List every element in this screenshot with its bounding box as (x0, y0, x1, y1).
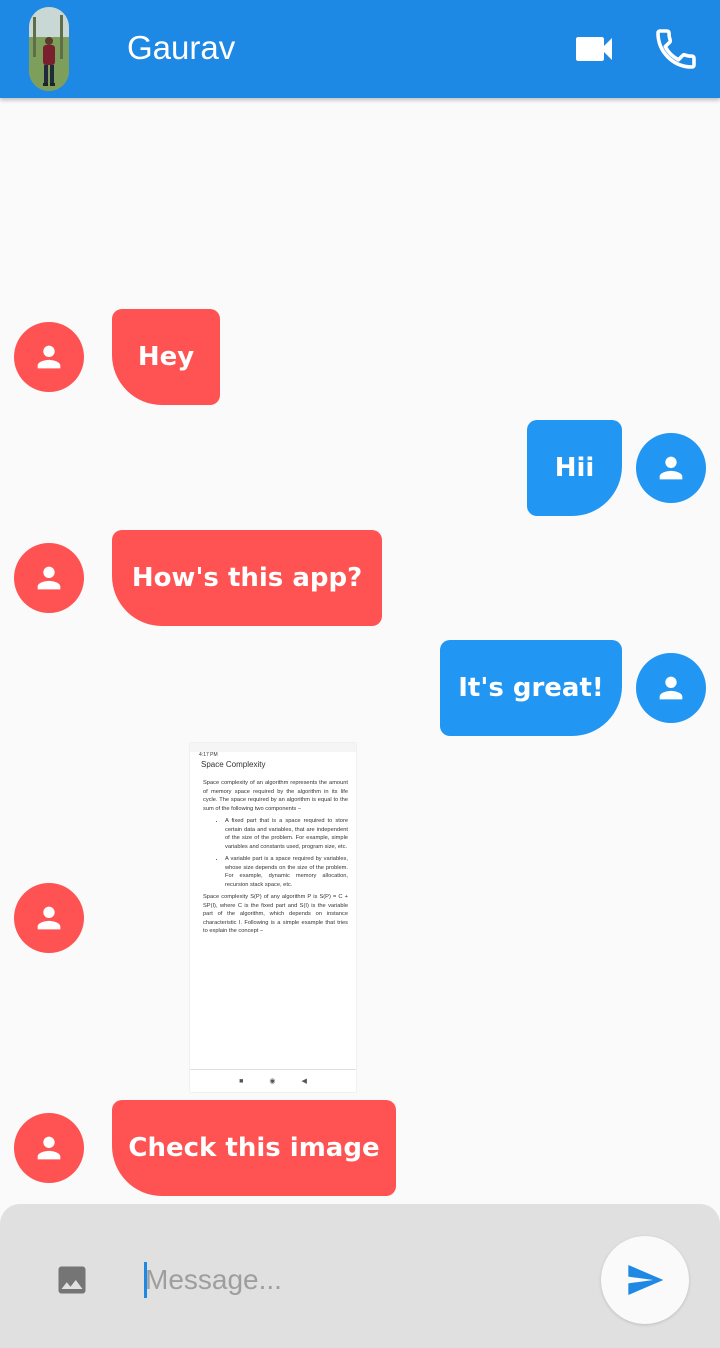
app-bar: Gaurav (0, 0, 720, 98)
image-bullet: A fixed part that is a space required to… (225, 817, 348, 851)
image-paragraph: Space complexity S(P) of any algorithm P… (203, 894, 348, 934)
send-icon (628, 1265, 664, 1295)
sender-avatar (14, 322, 84, 392)
my-avatar (636, 653, 706, 723)
message-text: Hey (137, 342, 195, 372)
sender-avatar (14, 543, 84, 613)
image-bullet: A variable part is a space required by v… (225, 855, 348, 889)
person-icon (659, 676, 683, 700)
message-bubble[interactable]: How's this app? (112, 530, 382, 626)
message-bubble[interactable]: Check this image (112, 1100, 396, 1196)
message-bubble[interactable]: Hii (527, 420, 622, 516)
phone-icon[interactable] (652, 25, 700, 73)
back-icon: ◀ (301, 1078, 307, 1085)
contact-avatar[interactable] (29, 7, 69, 91)
contact-name: Gaurav (127, 29, 236, 66)
chat-area[interactable]: Hey Hii How's this app? It's great! 4:17… (0, 98, 720, 1204)
square-icon: ■ (239, 1077, 244, 1085)
person-icon (659, 456, 683, 480)
videocam-icon[interactable] (570, 25, 618, 73)
message-text: It's great! (458, 673, 604, 703)
text-cursor (144, 1262, 147, 1298)
image-icon[interactable] (54, 1262, 90, 1298)
send-button[interactable] (601, 1236, 689, 1324)
message-input[interactable] (143, 1258, 565, 1302)
circle-icon: ◉ (269, 1078, 276, 1085)
message-text: Check this image (128, 1133, 380, 1163)
image-nav-bar: ■ ◉ ◀ (190, 1069, 356, 1092)
person-icon (37, 566, 61, 590)
message-text: How's this app? (131, 563, 363, 593)
shared-image[interactable]: 4:17 PM Space Complexity Space complexit… (190, 743, 356, 1092)
person-icon (37, 345, 61, 369)
message-bubble[interactable]: It's great! (440, 640, 622, 736)
sender-avatar (14, 883, 84, 953)
image-status-time: 4:17 PM (199, 752, 218, 758)
my-avatar (636, 433, 706, 503)
message-text: Hii (554, 453, 595, 483)
person-icon (37, 906, 61, 930)
sender-avatar (14, 1113, 84, 1183)
image-body: Space complexity of an algorithm represe… (190, 773, 356, 936)
image-paragraph: Space complexity of an algorithm represe… (203, 780, 348, 812)
person-icon (37, 1136, 61, 1160)
image-status-bar: 4:17 PM (190, 743, 356, 758)
message-bubble[interactable]: Hey (112, 309, 220, 405)
